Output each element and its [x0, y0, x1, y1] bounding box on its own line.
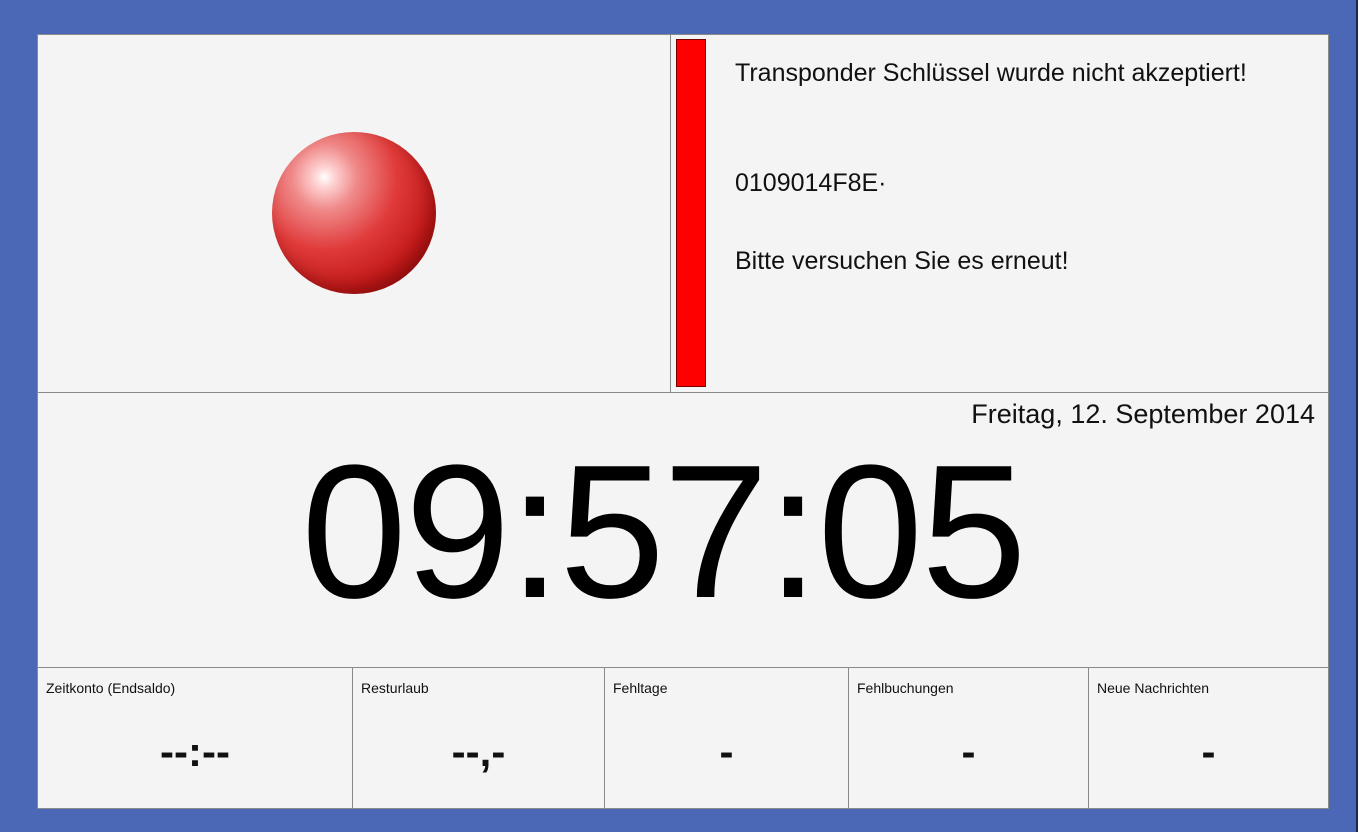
stat-label: Neue Nachrichten — [1097, 680, 1210, 696]
stat-resturlaub: Resturlaub --,- — [353, 668, 605, 808]
stat-fehlbuchungen: Fehlbuchungen - — [849, 668, 1089, 808]
frame-edge — [1358, 0, 1364, 832]
message-area: Transponder Schlüssel wurde nicht akzept… — [671, 35, 1328, 392]
stat-value: - — [961, 728, 976, 775]
stat-value: - — [1201, 728, 1216, 775]
stat-label: Fehltage — [613, 680, 668, 696]
retry-hint: Bitte versuchen Sie es erneut! — [735, 247, 1069, 275]
terminal-panel: Transponder Schlüssel wurde nicht akzept… — [37, 34, 1329, 809]
stats-bar: Zeitkonto (Endsaldo) --:-- Resturlaub --… — [38, 667, 1328, 808]
status-indicator-area — [38, 35, 671, 392]
transponder-code: 0109014F8E· — [735, 169, 887, 197]
stat-zeitkonto: Zeitkonto (Endsaldo) --:-- — [38, 668, 353, 808]
stat-value: --:-- — [160, 728, 230, 775]
stat-label: Resturlaub — [361, 680, 429, 696]
stat-neue-nachrichten: Neue Nachrichten - — [1089, 668, 1328, 808]
stat-fehltage: Fehltage - — [605, 668, 849, 808]
stat-label: Zeitkonto (Endsaldo) — [46, 680, 176, 696]
stat-label: Fehlbuchungen — [857, 680, 954, 696]
stat-value: - — [719, 728, 734, 775]
stat-value: --,- — [451, 728, 506, 775]
red-status-light-icon — [272, 132, 436, 294]
current-time: 09:57:05 — [301, 426, 1027, 638]
error-status-bar — [676, 39, 706, 387]
message-title: Transponder Schlüssel wurde nicht akzept… — [735, 59, 1247, 87]
clock-section: Freitag, 12. September 2014 09:57:05 — [38, 392, 1328, 667]
